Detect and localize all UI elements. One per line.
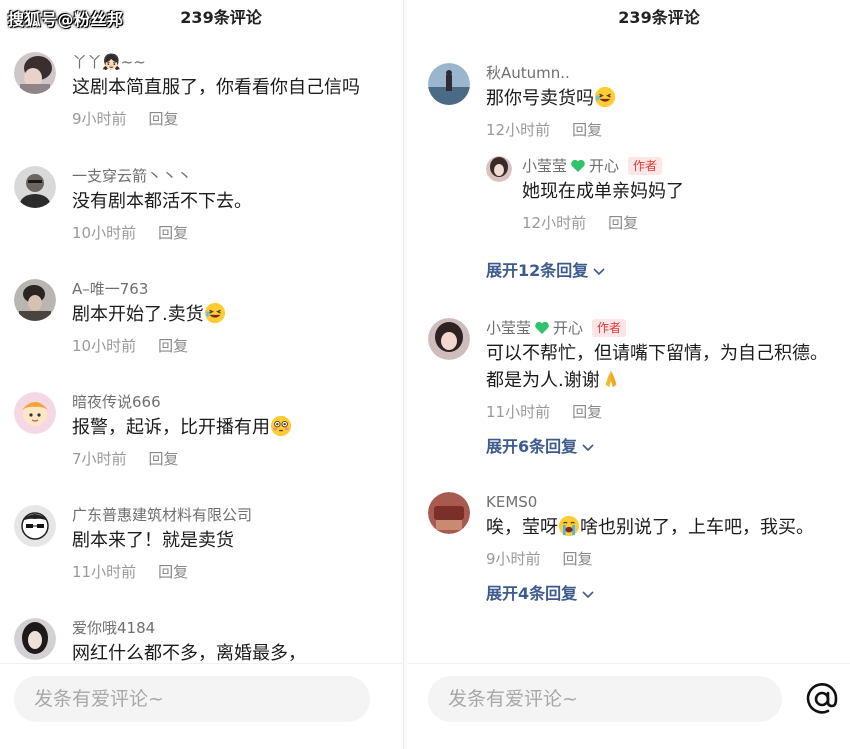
comment-text-part-b: 啥也别说了，上车吧，我买。 [580, 517, 814, 538]
comment-time: 10小时前 [72, 224, 137, 242]
comment-username[interactable]: A–唯一763 [72, 279, 394, 299]
expand-replies-label[interactable]: 展开6条回复 [486, 436, 577, 458]
comment-text: 剧本开始了.卖货 [72, 301, 394, 328]
comment-text: 这剧本简直服了，你看看你自己信吗 [72, 77, 360, 98]
reply-button[interactable]: 回复 [158, 563, 188, 581]
comment-text-part-a: 唉，莹呀 [486, 517, 558, 538]
avatar[interactable] [428, 63, 470, 105]
expand-replies-link[interactable]: 展开12条回复 [486, 260, 842, 282]
comment-input-bar: 发条有爱评论~ [408, 663, 850, 749]
flushed-emoji-icon [270, 415, 292, 437]
comment-username[interactable]: 广东普惠建筑材料有限公司 [72, 505, 394, 525]
comment-username-suffix[interactable]: 开心 [553, 318, 583, 338]
green-heart-icon [571, 159, 585, 172]
reply-button[interactable]: 回复 [608, 214, 638, 232]
author-badge: 作者 [592, 319, 627, 337]
avatar[interactable] [14, 618, 56, 660]
comment-time: 12小时前 [486, 121, 551, 139]
expand-replies-link[interactable]: 展开4条回复 [486, 583, 842, 605]
comment-time: 10小时前 [72, 337, 137, 355]
right-comments-panel: 239条评论 秋Autumn.. 那你号卖货吗 12小时前 回复 小莹莹 开心 作者 … [408, 0, 850, 749]
author-badge: 作者 [628, 157, 663, 175]
comment-time: 11小时前 [486, 403, 551, 421]
reply-item[interactable]: 小莹莹 开心 作者 她现在成单亲妈妈了 12小时前 回复 [486, 156, 842, 242]
chevron-down-icon [593, 268, 605, 276]
reply-username-text[interactable]: 小莹莹 [522, 156, 567, 176]
comment-username[interactable]: 爱你哦4184 [72, 618, 394, 638]
chevron-down-icon [582, 444, 594, 452]
comment-input[interactable]: 发条有爱评论~ [428, 676, 782, 722]
comment-time: 9小时前 [72, 110, 127, 128]
watermark: 搜狐号@粉丝邦 [8, 10, 124, 29]
reply-button[interactable]: 回复 [149, 110, 179, 128]
expand-replies-link[interactable]: 展开6条回复 [486, 436, 842, 458]
avatar[interactable] [486, 156, 512, 182]
comment-text: 剧本来了！就是卖货 [72, 530, 234, 551]
comment-time: 11小时前 [72, 563, 137, 581]
comment-username[interactable]: KEMS0 [486, 492, 842, 512]
reply-time: 12小时前 [522, 214, 587, 232]
reply-button[interactable]: 回复 [572, 403, 602, 421]
reply-button[interactable]: 回复 [563, 550, 593, 568]
avatar[interactable] [14, 505, 56, 547]
reply-text: 她现在成单亲妈妈了 [522, 181, 684, 202]
expand-replies-label[interactable]: 展开12条回复 [486, 260, 588, 282]
avatar[interactable] [14, 52, 56, 94]
avatar[interactable] [428, 318, 470, 360]
chevron-down-icon [582, 591, 594, 599]
laughing-emoji-icon [594, 86, 616, 108]
comment-time: 7小时前 [72, 450, 127, 468]
comment-text: 没有剧本都活不下去。 [72, 191, 252, 212]
comment-input[interactable]: 发条有爱评论~ [14, 676, 370, 722]
comment-username[interactable]: 一支穿云箭丶丶丶 [72, 166, 394, 186]
comment-input-bar: 发条有爱评论~ [0, 663, 402, 749]
comment-text-value: 剧本开始了.卖货 [72, 304, 204, 325]
comment-text: 可以不帮忙，但请嘴下留情，为自己积德。都是为人.谢谢 [486, 340, 842, 394]
comment-text-value: 报警，起诉，比开播有用 [72, 417, 270, 438]
avatar[interactable] [14, 279, 56, 321]
comment-username[interactable]: 小莹莹 开心 作者 [486, 318, 842, 338]
comments-count-title: 239条评论 [618, 8, 700, 27]
comment-username-text[interactable]: 小莹莹 [486, 318, 531, 338]
expand-replies-label[interactable]: 展开4条回复 [486, 583, 577, 605]
avatar[interactable] [428, 492, 470, 534]
praying-hands-emoji-icon [605, 370, 617, 388]
avatar[interactable] [14, 392, 56, 434]
at-icon[interactable] [804, 681, 840, 717]
comment-text-value: 那你号卖货吗 [486, 88, 594, 109]
reply-button[interactable]: 回复 [572, 121, 602, 139]
comment-username[interactable]: 暗夜传说666 [72, 392, 394, 412]
laughing-emoji-icon [204, 302, 225, 324]
reply-username[interactable]: 小莹莹 开心 作者 [522, 156, 842, 176]
comment-text: 报警，起诉，比开播有用 [72, 414, 394, 441]
comment-username[interactable]: 丫丫👧🏻~~ [72, 52, 394, 72]
reply-button[interactable]: 回复 [149, 450, 179, 468]
green-heart-icon [535, 321, 549, 334]
reply-button[interactable]: 回复 [158, 224, 188, 242]
panel-divider [403, 0, 407, 749]
comment-text: 唉，莹呀 啥也别说了，上车吧，我买。 [486, 514, 842, 541]
comment-text: 那你号卖货吗 [486, 85, 842, 112]
left-comments-panel: 239条评论 丫丫👧🏻~~ 这剧本简直服了，你看看你自己信吗 9小时前 回复 一支… [0, 0, 402, 749]
comment-username[interactable]: 秋Autumn.. [486, 63, 842, 83]
crying-emoji-icon [558, 515, 580, 537]
comment-time: 9小时前 [486, 550, 541, 568]
avatar[interactable] [14, 166, 56, 208]
reply-button[interactable]: 回复 [158, 337, 188, 355]
comment-text-value: 可以不帮忙，但请嘴下留情，为自己积德。都是为人.谢谢 [486, 343, 828, 391]
reply-username-suffix[interactable]: 开心 [589, 156, 619, 176]
